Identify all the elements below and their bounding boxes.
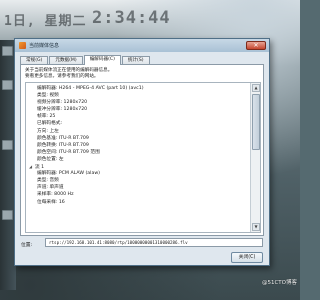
tree-row-text: 编解码器: PCM ALAW (alaw): [37, 171, 100, 177]
tree-row[interactable]: 颜色基准: ITU-R BT.709: [29, 135, 247, 142]
vertical-scrollbar[interactable]: ▲ ▼: [250, 83, 260, 232]
close-button[interactable]: 关闭(C): [231, 252, 263, 263]
window-title: 当前媒体信息: [29, 43, 60, 49]
window-close-icon[interactable]: ✕: [246, 41, 266, 50]
tree-row-text: 类型: 音频: [37, 178, 59, 184]
desktop-shortcut-icon[interactable]: [2, 46, 13, 56]
tree-row-text: 缓冲分辨率: 1280x720: [37, 107, 88, 113]
tree-row[interactable]: 视频分辨率: 1280x720: [29, 99, 247, 106]
tree-row-text: 采样率: 8000 Hz: [37, 192, 74, 198]
tree-row[interactable]: 颜色空间: ITU-R BT.709 范围: [29, 149, 247, 156]
watermark: @51CTO博客: [261, 280, 297, 286]
tree-row[interactable]: 缓冲分辨率: 1280x720: [29, 106, 247, 113]
tree-row-text: 编解码器: H264 - MPEG-4 AVC (part 10) (avc1): [37, 86, 144, 91]
tree-row[interactable]: 帧率: 25: [29, 113, 247, 120]
location-label: 位置:: [21, 243, 33, 248]
scroll-down-icon[interactable]: ▼: [252, 223, 260, 231]
media-info-dialog: 当前媒体信息 ✕ 常规(G) 元数据(M) 编解码器(C) 统计(S) 关于当前…: [14, 38, 270, 266]
desktop-time: 2:34:44: [92, 8, 171, 28]
desktop-shortcut-icon[interactable]: [2, 140, 13, 150]
tab-codec[interactable]: 编解码器(C): [83, 55, 121, 65]
tree-row-text: 视频分辨率: 1280x720: [37, 100, 88, 106]
desktop-shortcut-icon[interactable]: [2, 210, 13, 220]
tree-row[interactable]: 位每采样: 16: [29, 199, 247, 206]
tree-row-text: 方向: 上左: [37, 128, 59, 134]
tree-row[interactable]: 编解码器: PCM ALAW (alaw): [29, 170, 247, 177]
scroll-up-icon[interactable]: ▲: [252, 84, 260, 92]
tree-row[interactable]: 采样率: 8000 Hz: [29, 191, 247, 198]
codec-panel: 关于当前媒体流正在使用的编解码器信息。 要看更多信息，请参考我们的网站。 编解码…: [20, 64, 264, 236]
tree-row-text: 已解码格式:: [37, 121, 63, 127]
tree-row-text: 帧率: 25: [37, 114, 56, 120]
tree-row[interactable]: 颜色转换: ITU-R BT.709: [29, 142, 247, 149]
tree-row-text: 类型: 视频: [37, 93, 59, 99]
tree-row[interactable]: 颜色位置: 左: [29, 156, 247, 163]
codec-tree-list: 编解码器: H264 - MPEG-4 AVC (part 10) (avc1)…: [29, 85, 247, 206]
codec-tree[interactable]: 编解码器: H264 - MPEG-4 AVC (part 10) (avc1)…: [25, 82, 261, 233]
tree-row[interactable]: 已解码格式:: [29, 120, 247, 127]
tree-row[interactable]: 类型: 视频: [29, 92, 247, 99]
codec-hint: 关于当前媒体流正在使用的编解码器信息。 要看更多信息，请参考我们的网站。: [25, 68, 261, 80]
tree-row[interactable]: 编解码器: H264 - MPEG-4 AVC (part 10) (avc1): [29, 85, 247, 92]
desktop-shortcut-icon[interactable]: [2, 80, 13, 90]
tree-row-text: 颜色转换: ITU-R BT.709: [37, 142, 89, 148]
title-bar[interactable]: 当前媒体信息 ✕: [15, 39, 269, 52]
tree-row[interactable]: 类型: 音频: [29, 177, 247, 184]
desktop-date: 1日, 星期二: [4, 14, 87, 29]
tree-row[interactable]: 声道: 单声道: [29, 184, 247, 191]
tree-row-text: 颜色位置: 左: [37, 156, 64, 162]
hint-line: 要看更多信息，请参考我们的网站。: [25, 74, 99, 79]
tree-row-text: 声道: 单声道: [37, 185, 64, 191]
tree-stream-node[interactable]: ◢ 流 1: [29, 163, 247, 170]
tree-row-text: 颜色空间: ITU-R BT.709 范围: [37, 149, 100, 155]
tree-row-text: 颜色基准: ITU-R BT.709: [37, 135, 89, 141]
location-field[interactable]: rtsp://192.168.101.41:8080/rtp/100000000…: [45, 238, 263, 247]
vlc-app-icon: [19, 42, 26, 49]
tree-row[interactable]: 方向: 上左: [29, 128, 247, 135]
tree-row-text: 位每采样: 16: [37, 199, 65, 205]
scroll-thumb[interactable]: [252, 94, 260, 150]
